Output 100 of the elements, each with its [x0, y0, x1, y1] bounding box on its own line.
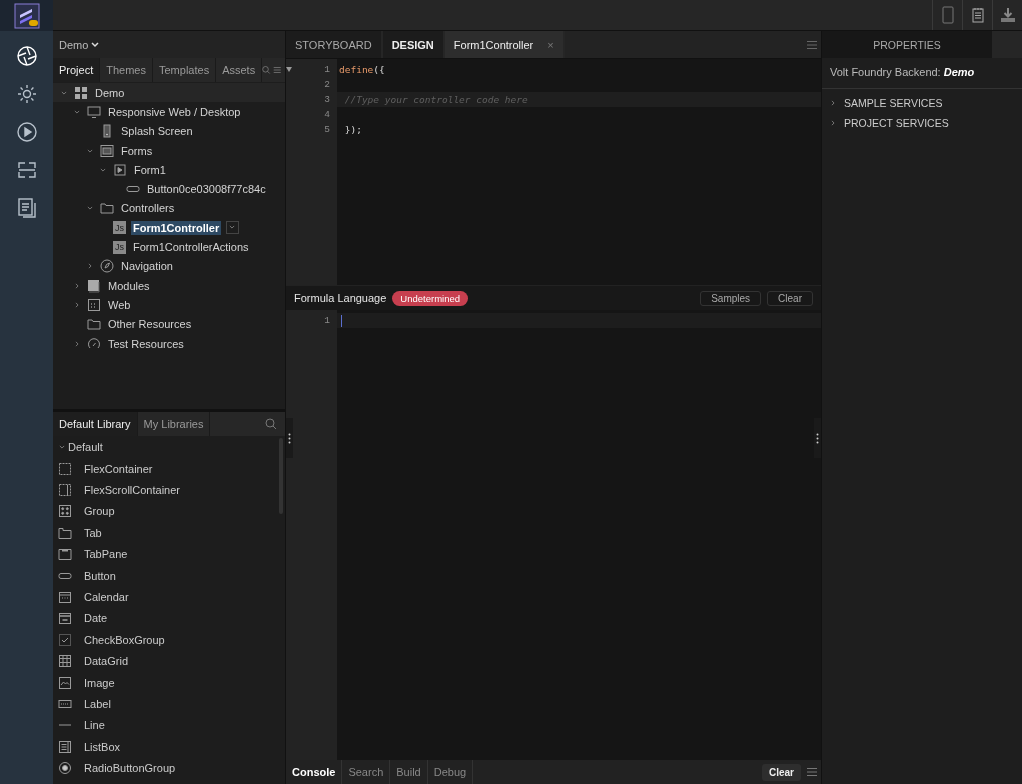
library-tab[interactable]: Default Library: [53, 412, 138, 436]
tree-item[interactable]: Form1Controller: [131, 220, 222, 235]
library-item[interactable]: RadioButtonGroup: [84, 762, 176, 775]
line-number: 2: [324, 79, 330, 90]
tree-item[interactable]: Forms: [119, 143, 155, 158]
group-icon: [58, 504, 72, 519]
table-icon: [58, 654, 72, 669]
editor-tab[interactable]: STORYBOARD: [286, 31, 383, 58]
play-icon[interactable]: [15, 121, 38, 143]
gauge-icon: [87, 336, 101, 351]
tree-item[interactable]: Button0ce03008f77c84c: [145, 182, 268, 197]
section-header[interactable]: SAMPLE SERVICES: [822, 93, 1022, 113]
library-item[interactable]: FlexScrollContainer: [84, 484, 180, 497]
app-logo-icon[interactable]: [13, 2, 40, 29]
line-number: 5: [324, 124, 330, 135]
panel-tab[interactable]: Project: [53, 58, 101, 82]
code-line: });: [343, 124, 362, 135]
tree-item[interactable]: Form1ControllerActions: [131, 240, 251, 254]
status-badge: Undetermined: [392, 290, 468, 306]
line-number: 1: [324, 315, 330, 326]
library-item[interactable]: Date: [84, 612, 108, 625]
library-tab[interactable]: My Libraries: [137, 412, 211, 436]
section-header[interactable]: PROJECT SERVICES: [822, 113, 1022, 133]
settings-icon[interactable]: [15, 83, 38, 105]
calendar-icon: [58, 590, 72, 605]
checkbox-icon: [58, 632, 72, 647]
folder-icon: [87, 317, 101, 332]
modules-icon: [87, 278, 101, 293]
search-icon[interactable]: [265, 418, 277, 430]
radio-icon: [58, 761, 72, 776]
code-line: define({: [339, 64, 385, 75]
search-icon[interactable]: [262, 64, 271, 76]
folder-icon: [100, 201, 114, 216]
library-item[interactable]: ListBox: [84, 740, 121, 753]
editor-tab[interactable]: DESIGN: [382, 31, 445, 58]
console-tab[interactable]: Build: [390, 760, 428, 784]
menu-icon[interactable]: [807, 767, 817, 777]
library-item[interactable]: CheckBoxGroup: [84, 633, 165, 646]
editor-tab[interactable]: Form1Controller ×: [444, 31, 565, 58]
form-icon: [113, 162, 127, 177]
console-tab[interactable]: Console: [286, 760, 343, 784]
tab-icon: [58, 525, 72, 540]
library-item[interactable]: Line: [84, 719, 105, 732]
library-item[interactable]: Calendar: [84, 591, 129, 604]
library-item[interactable]: Group: [84, 505, 115, 518]
tree-item[interactable]: Controllers: [119, 201, 177, 216]
library-item[interactable]: FlexContainer: [84, 462, 153, 475]
image-icon: [58, 675, 72, 690]
fold-arrow-icon[interactable]: [286, 67, 293, 72]
js-file-icon: Js: [113, 221, 126, 235]
tree-item[interactable]: Web: [106, 297, 133, 312]
tree-item[interactable]: Form1: [132, 162, 168, 177]
text-cursor: [341, 314, 342, 327]
resize-handle[interactable]: [814, 418, 821, 458]
tree-item[interactable]: Navigation: [119, 259, 175, 274]
line-number: 4: [324, 109, 330, 120]
panel-tab[interactable]: Themes: [100, 58, 153, 82]
backend-label: Volt Foundry Backend: Demo: [822, 58, 1022, 89]
forms-icon: [100, 143, 114, 158]
toolbar-button[interactable]: Clear: [767, 290, 813, 306]
library-group[interactable]: Default: [68, 441, 103, 453]
formula-language-label: Formula Language: [294, 292, 387, 304]
menu-icon[interactable]: [807, 39, 817, 50]
phone-icon: [100, 124, 114, 139]
tree-item[interactable]: Responsive Web / Desktop: [106, 104, 243, 119]
library-item[interactable]: Label: [84, 698, 111, 710]
console-tab[interactable]: Search: [342, 760, 391, 784]
project-dropdown[interactable]: Demo: [53, 31, 285, 58]
library-item[interactable]: Image: [84, 676, 115, 689]
resize-handle[interactable]: [286, 418, 293, 458]
tree-item[interactable]: Modules: [106, 278, 152, 293]
library-item[interactable]: Tab: [84, 526, 102, 539]
tree-item[interactable]: Test Resources: [106, 336, 186, 351]
panel-tab[interactable]: Templates: [153, 58, 217, 82]
grid-icon: [74, 85, 88, 100]
tab-pane-icon: [58, 547, 72, 562]
js-file-icon: Js: [113, 240, 126, 254]
library-item[interactable]: TabPane: [84, 548, 128, 561]
aperture-icon[interactable]: [15, 45, 38, 67]
monitor-icon: [87, 104, 101, 119]
line-number: 1: [324, 64, 330, 75]
console-tab[interactable]: Debug: [427, 760, 474, 784]
caret-icon[interactable]: [91, 41, 100, 48]
split-brackets-icon[interactable]: [15, 159, 38, 181]
label-icon: [58, 697, 72, 711]
properties-tab[interactable]: PROPERTIES: [822, 31, 992, 58]
tree-item[interactable]: Other Resources: [106, 317, 194, 332]
code-line: //Type your controller code here: [343, 94, 528, 105]
library-item[interactable]: DataGrid: [84, 655, 129, 668]
document-icon[interactable]: [15, 197, 38, 219]
panel-tab[interactable]: Assets: [216, 58, 263, 82]
scroll-frame-icon: [58, 483, 72, 498]
tree-item[interactable]: Splash Screen: [119, 124, 195, 139]
line-number: 3: [324, 94, 330, 105]
clear-button[interactable]: Clear: [762, 763, 801, 781]
toolbar-button[interactable]: Samples: [700, 290, 762, 306]
tree-item[interactable]: Demo: [93, 85, 127, 100]
library-item[interactable]: Button: [84, 569, 116, 582]
menu-icon[interactable]: [272, 64, 281, 76]
date-icon: [58, 611, 72, 626]
